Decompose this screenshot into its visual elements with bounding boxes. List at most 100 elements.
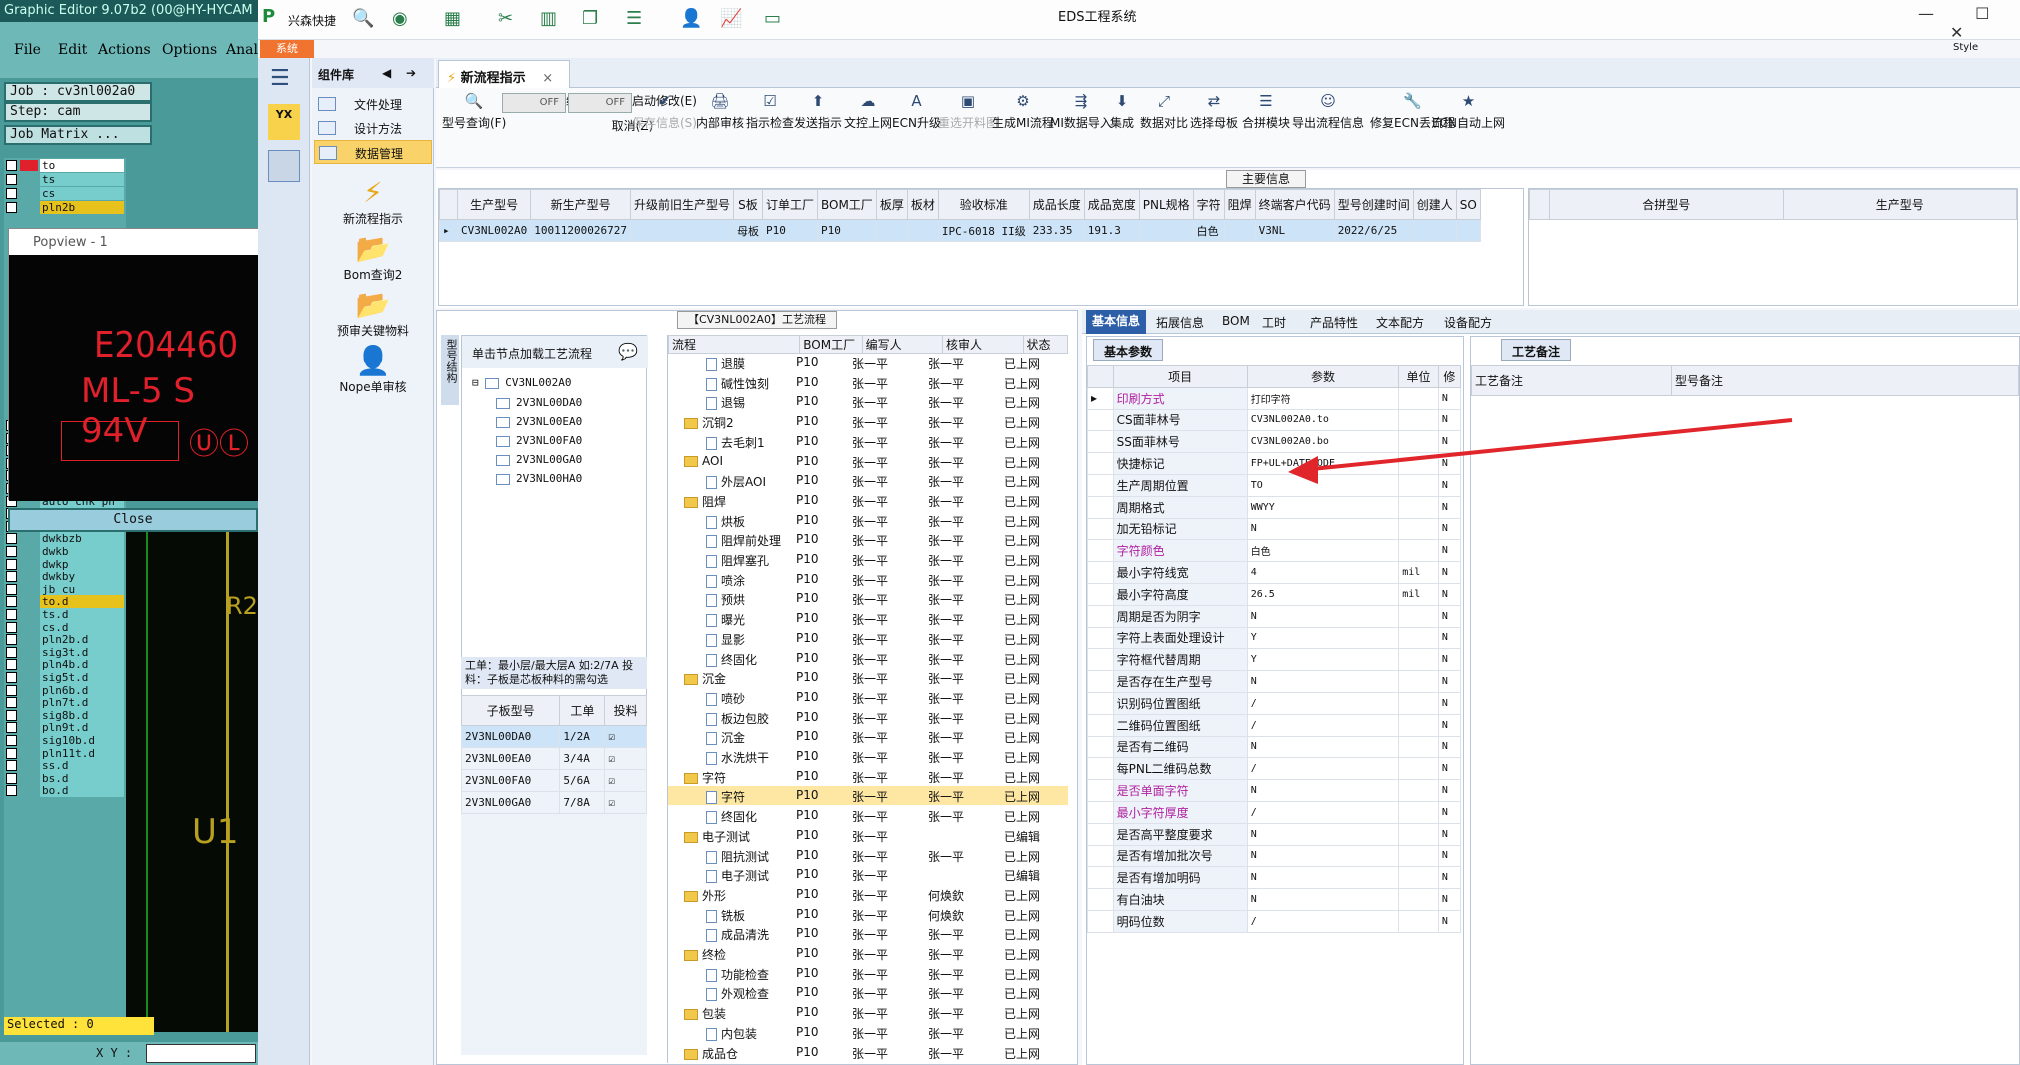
col-header[interactable]: 订单工厂 bbox=[761, 189, 818, 220]
hamburger-icon[interactable]: ☰ bbox=[270, 66, 290, 91]
process-row[interactable]: 终固化 P10 张一平 张一平 已上网 bbox=[668, 806, 1068, 825]
table-cell[interactable] bbox=[1455, 219, 1481, 242]
process-row[interactable]: 预烘 P10 张一平 张一平 已上网 bbox=[668, 589, 1068, 608]
layer-checkbox[interactable] bbox=[6, 634, 17, 646]
col-header[interactable]: 终端客户代码 bbox=[1254, 189, 1335, 220]
layer-checkbox[interactable] bbox=[6, 697, 17, 709]
layer-checkbox[interactable] bbox=[6, 646, 17, 658]
process-row[interactable]: 电子测试 P10 张一平 已编辑 bbox=[668, 826, 1068, 845]
layer-checkbox[interactable] bbox=[6, 785, 17, 797]
checkbox[interactable]: ☑ bbox=[604, 769, 647, 792]
layer-row[interactable]: cs bbox=[4, 186, 126, 201]
process-row[interactable]: 成品仓 P10 张一平 张一平 已上网 bbox=[668, 1043, 1068, 1062]
process-row[interactable]: 成品清洗 P10 张一平 张一平 已上网 bbox=[668, 924, 1068, 943]
toggle-switch[interactable]: OFF bbox=[502, 93, 566, 113]
list-icon[interactable]: ☰ bbox=[626, 8, 642, 32]
process-row[interactable]: 喷砂 P10 张一平 张一平 已上网 bbox=[668, 688, 1068, 707]
layer-checkbox[interactable] bbox=[6, 609, 17, 620]
grid-icon[interactable]: ▦ bbox=[444, 8, 461, 32]
process-row[interactable]: 外观检查 P10 张一平 张一平 已上网 bbox=[668, 983, 1068, 1002]
ribbon-button-3[interactable]: ✔ 保存信息(S) bbox=[632, 92, 697, 162]
calculator-icon[interactable] bbox=[268, 150, 300, 182]
col-header[interactable]: 字符 bbox=[1192, 189, 1225, 220]
layer-checkbox[interactable] bbox=[6, 747, 17, 759]
col-header[interactable]: 编写人 bbox=[861, 335, 944, 354]
process-row[interactable]: 铣板 P10 张一平 何焕欽 已上网 bbox=[668, 905, 1068, 924]
process-row[interactable]: AOI P10 张一平 张一平 已上网 bbox=[668, 452, 1068, 471]
tab-model-structure[interactable]: 型号结构 bbox=[441, 335, 459, 405]
nav-data-management[interactable]: 数据管理 bbox=[314, 140, 432, 164]
table-cell[interactable] bbox=[1223, 219, 1256, 242]
process-row[interactable]: 内包装 P10 张一平 张一平 已上网 bbox=[668, 1023, 1068, 1042]
col-header[interactable]: 核审人 bbox=[942, 335, 1024, 354]
table-cell[interactable] bbox=[875, 219, 908, 242]
table-cell[interactable]: 191.3 bbox=[1083, 219, 1140, 242]
table-row[interactable]: 2V3NL00FA0 5/6A ☑ bbox=[460, 769, 647, 792]
layer-checkbox[interactable] bbox=[6, 684, 17, 696]
menu-edit[interactable]: Edit bbox=[58, 42, 87, 58]
layer-row[interactable]: bo.d bbox=[4, 783, 126, 798]
col-header[interactable]: 成品长度 bbox=[1028, 189, 1085, 220]
process-row[interactable]: 水洗烘干 P10 张一平 张一平 已上网 bbox=[668, 747, 1068, 766]
nope-review-button[interactable]: 👤 Nope单审核 bbox=[312, 344, 434, 395]
layer-checkbox[interactable] bbox=[6, 709, 17, 721]
table-cell[interactable]: P10 bbox=[761, 219, 818, 242]
process-row[interactable]: 阻焊前处理 P10 张一平 张一平 已上网 bbox=[668, 530, 1068, 549]
process-row[interactable]: 沉金 P10 张一平 张一平 已上网 bbox=[668, 727, 1068, 746]
table-cell[interactable] bbox=[1412, 219, 1457, 242]
layer-checkbox[interactable] bbox=[6, 760, 17, 772]
layer-checkbox[interactable] bbox=[6, 546, 17, 557]
tab-new-process[interactable]: ⚡ 新流程指示 × bbox=[438, 60, 570, 88]
layer-row[interactable]: pln2b bbox=[4, 200, 126, 215]
popview-close-button[interactable]: Close bbox=[8, 508, 258, 532]
layer-checkbox[interactable] bbox=[6, 160, 17, 171]
layer-checkbox[interactable] bbox=[6, 659, 17, 671]
tree-node[interactable]: 2V3NL00EA0 bbox=[496, 415, 582, 428]
col-header[interactable]: 创建人 bbox=[1412, 189, 1457, 220]
col-header[interactable]: 验收标准 bbox=[937, 189, 1030, 220]
col-header[interactable]: 生产型号 bbox=[456, 189, 532, 220]
system-tab[interactable]: 系统 bbox=[260, 40, 314, 58]
scissors-icon[interactable]: ✂ bbox=[498, 8, 513, 32]
layer-checkbox[interactable] bbox=[6, 571, 17, 583]
ribbon-button-11[interactable]: ⇶ MI数据导入 bbox=[1050, 92, 1112, 162]
layer-row[interactable]: to bbox=[4, 158, 126, 173]
pin-icon[interactable]: ➔ bbox=[406, 66, 416, 80]
ribbon-button-10[interactable]: ⚙ 生成MI流程 bbox=[992, 92, 1054, 162]
col-header[interactable]: 板材 bbox=[906, 189, 939, 220]
layer-checkbox[interactable] bbox=[6, 533, 17, 545]
col-header[interactable]: 板厚 bbox=[875, 189, 908, 220]
search-icon[interactable]: 🔍 bbox=[352, 8, 374, 32]
process-row[interactable]: 包装 P10 张一平 张一平 已上网 bbox=[668, 1003, 1068, 1022]
table-row[interactable]: 2V3NL00GA0 7/8A ☑ bbox=[460, 791, 647, 814]
process-row[interactable]: 去毛刺1 P10 张一平 张一平 已上网 bbox=[668, 432, 1068, 451]
ribbon-button-9[interactable]: ▣ 重选开料图 bbox=[938, 92, 998, 162]
chart-icon[interactable]: 📈 bbox=[720, 8, 742, 32]
user-icon[interactable]: 👤 bbox=[680, 8, 702, 32]
process-row[interactable]: 功能检查 P10 张一平 张一平 已上网 bbox=[668, 964, 1068, 983]
yx-module-icon[interactable]: YX bbox=[268, 104, 300, 140]
ribbon-button-14[interactable]: ⇄ 选择母板 bbox=[1190, 92, 1238, 162]
col-merge-model[interactable]: 合拼型号 bbox=[1549, 189, 1784, 220]
col-header[interactable]: 子板型号 bbox=[460, 695, 561, 726]
nav-file-processing[interactable]: 文件处理 bbox=[314, 92, 432, 116]
tree-node[interactable]: 2V3NL00DA0 bbox=[496, 396, 582, 409]
process-row[interactable]: 板边包胶 P10 张一平 张一平 已上网 bbox=[668, 708, 1068, 727]
process-row[interactable]: 字符 P10 张一平 张一平 已上网 bbox=[668, 786, 1068, 806]
col-header[interactable]: 型号创建时间 bbox=[1333, 189, 1414, 220]
popview-canvas[interactable]: E204460 ML-5 S 94V ⓊⓁ bbox=[9, 255, 258, 501]
process-row[interactable]: 退锡 P10 张一平 张一平 已上网 bbox=[668, 392, 1068, 411]
layer-checkbox[interactable] bbox=[6, 202, 17, 213]
process-row[interactable]: 喷涂 P10 张一平 张一平 已上网 bbox=[668, 570, 1068, 589]
ribbon-button-5[interactable]: ☑ 指示检查 bbox=[746, 92, 794, 162]
table-cell[interactable]: 白色 bbox=[1192, 219, 1225, 242]
table-cell[interactable]: 10011200026727 bbox=[530, 219, 631, 242]
table-cell[interactable]: P10 bbox=[816, 219, 877, 242]
table-cell[interactable]: 2022/6/25 bbox=[1333, 219, 1414, 242]
process-row[interactable]: 烘板 P10 张一平 张一平 已上网 bbox=[668, 511, 1068, 530]
table-cell[interactable]: CV3NL002A0 bbox=[456, 219, 532, 242]
layer-checkbox[interactable] bbox=[6, 772, 17, 784]
col-header[interactable]: 成品宽度 bbox=[1083, 189, 1140, 220]
monitor-icon[interactable]: ▭ bbox=[764, 8, 781, 32]
ribbon-button-18[interactable]: ★ ECN自动上网 bbox=[1432, 92, 1505, 162]
